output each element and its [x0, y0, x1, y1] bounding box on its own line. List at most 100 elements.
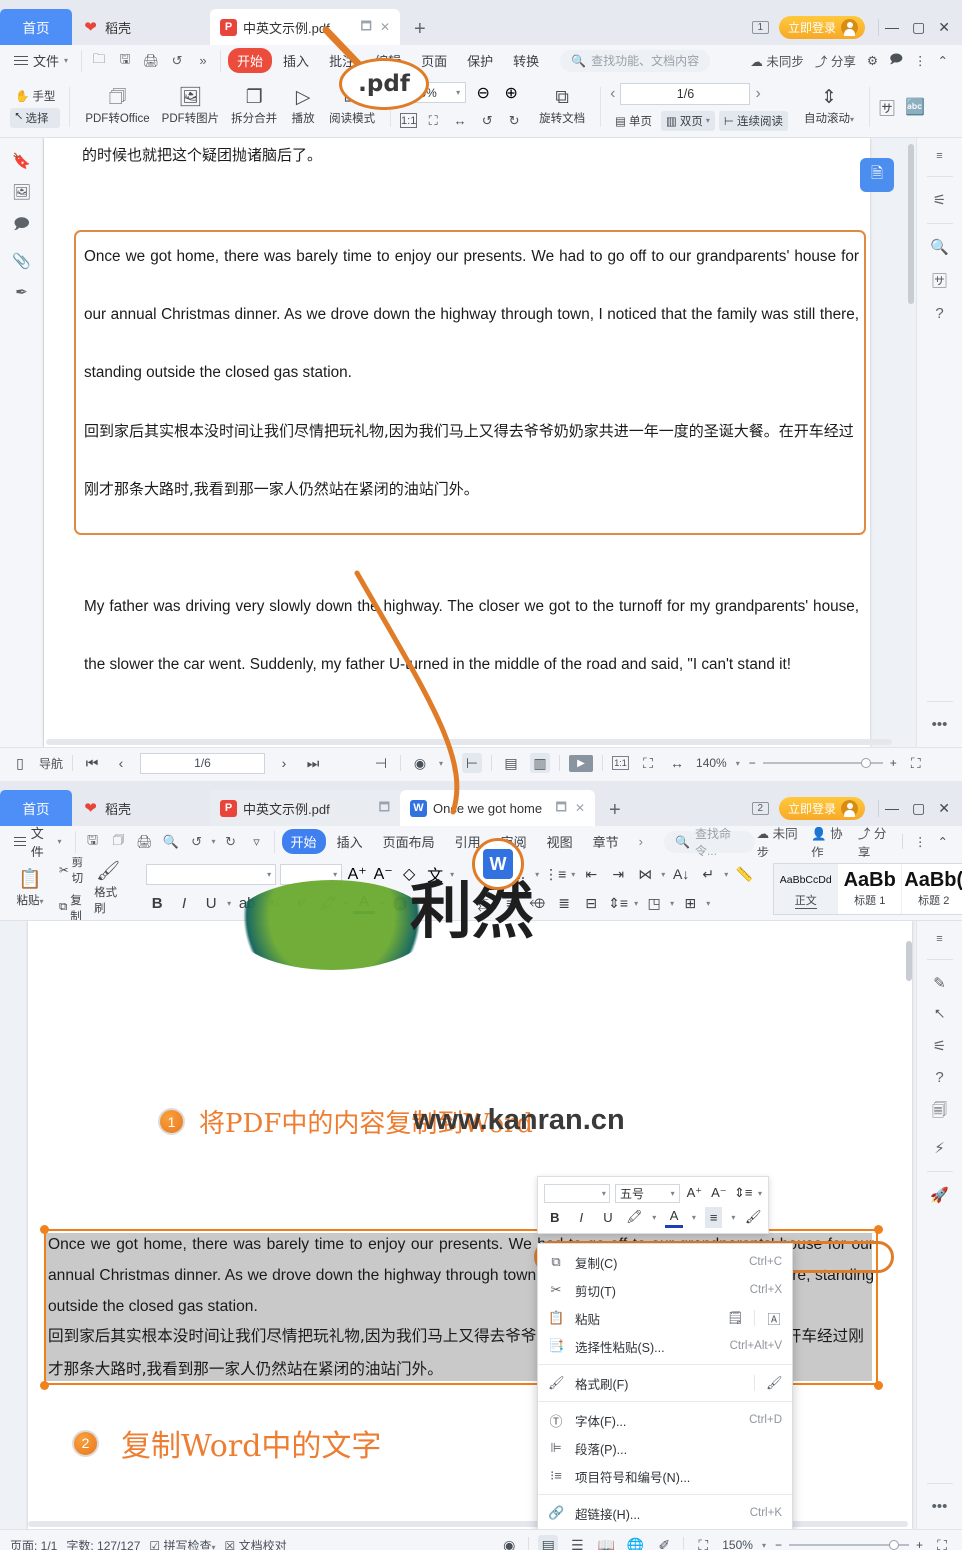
- zoom-in-button[interactable]: +: [890, 756, 897, 770]
- ribbon-tab-page[interactable]: 页面: [412, 48, 456, 73]
- font-color-button[interactable]: A: [353, 892, 376, 914]
- underline-button[interactable]: U: [599, 1207, 617, 1228]
- show-marks-icon[interactable]: ↵: [697, 863, 719, 885]
- share-button[interactable]: ⤴ 分享: [815, 51, 856, 70]
- ctx-format-painter[interactable]: 🖌 格式刷(F) 🖌: [538, 1369, 792, 1397]
- eye-protection-icon[interactable]: ◉: [499, 1535, 519, 1550]
- collapse-ribbon-icon[interactable]: ⌃: [938, 834, 948, 849]
- word-viewport[interactable]: 1 将PDF中的内容复制到Word www.kanran.cn Once we …: [0, 921, 962, 1529]
- zoom-slider[interactable]: [762, 758, 883, 768]
- grow-font-icon[interactable]: A⁺: [346, 863, 368, 885]
- ocr-icon[interactable]: 🗐: [932, 1100, 947, 1125]
- zoom-out-icon[interactable]: ⊖: [472, 82, 494, 104]
- sidebar-toggle-icon[interactable]: ⊣: [371, 753, 391, 773]
- settings-gear-icon[interactable]: ⚙: [867, 53, 878, 68]
- page-view-icon[interactable]: ▤: [538, 1535, 559, 1550]
- ctx-insert-comment[interactable]: 🗩 插入批注(M): [538, 1527, 792, 1529]
- window-count-badge[interactable]: 2: [752, 802, 770, 815]
- rotate-cw-icon[interactable]: ↻: [503, 110, 525, 132]
- italic-button[interactable]: I: [573, 1207, 591, 1228]
- shrink-font-icon[interactable]: A⁻: [372, 863, 394, 885]
- search-input[interactable]: 🔍 查找功能、文档内容: [560, 49, 711, 72]
- align-left-icon[interactable]: ⬱: [472, 892, 494, 914]
- undo-icon[interactable]: ↺: [166, 50, 188, 72]
- translate-icon[interactable]: 🈂: [879, 95, 895, 119]
- continuous-read-button[interactable]: ⊢ 连续阅读: [718, 110, 788, 131]
- tab-split-icon[interactable]: 🗖: [361, 17, 372, 38]
- smart-layout-icon[interactable]: ⋈: [634, 863, 656, 885]
- new-tab-button[interactable]: +: [609, 799, 621, 822]
- help-icon[interactable]: ?: [935, 305, 943, 322]
- selection-handle-br[interactable]: [874, 1381, 883, 1390]
- mini-format-toolbar[interactable]: ▾ 五号 ▾ A⁺ A⁻ ⇕≡ ▾ B I U 🖍 ▾ A ▾ ≡ ▾ 🖌: [537, 1176, 769, 1234]
- panel-handle-icon[interactable]: ≡: [936, 933, 942, 945]
- double-page-mode-icon[interactable]: ▥: [530, 753, 551, 773]
- context-menu[interactable]: ⧉ 复制(C) Ctrl+C ✂ 剪切(T) Ctrl+X 📋 粘贴 🗒 🄰 📑…: [537, 1243, 793, 1529]
- decrease-indent-icon[interactable]: ⇤: [580, 863, 602, 885]
- share-button[interactable]: ⤴ 分享: [858, 823, 891, 861]
- zoom-slider[interactable]: [788, 1540, 909, 1550]
- help-icon[interactable]: ?: [935, 1069, 943, 1086]
- collapse-ribbon-icon[interactable]: ⌃: [938, 53, 948, 68]
- status-page-input[interactable]: 1/6: [140, 752, 266, 774]
- fit-width-icon[interactable]: ↔: [449, 110, 471, 132]
- close-icon[interactable]: ✕: [380, 20, 390, 34]
- save-as-icon[interactable]: 🗇: [108, 831, 130, 853]
- pdf-to-office-button[interactable]: 🗇 PDF转Office: [79, 86, 155, 128]
- zoom-out-button[interactable]: −: [775, 1538, 782, 1550]
- collab-button[interactable]: 👤 协作: [811, 823, 847, 861]
- read-mode-button[interactable]: ▭ 阅读模式: [323, 86, 381, 128]
- mini-font-name-input[interactable]: ▾: [544, 1183, 610, 1203]
- minimize-button[interactable]: —: [885, 19, 899, 36]
- rotate-document-button[interactable]: ⧉ 旋转文档: [533, 86, 591, 128]
- selection-handle-bl[interactable]: [40, 1381, 49, 1390]
- increase-indent-icon[interactable]: ⇥: [607, 863, 629, 885]
- ribbon-tab-annotate[interactable]: 批注: [320, 48, 364, 73]
- ribbon-tab-insert[interactable]: 插入: [328, 829, 372, 854]
- find-replace-icon[interactable]: 🔍: [930, 238, 949, 256]
- open-folder-icon[interactable]: 🗀: [88, 50, 110, 72]
- close-icon[interactable]: ✕: [575, 801, 585, 815]
- shading-icon[interactable]: ◳: [643, 892, 665, 914]
- spellcheck-button[interactable]: ☑ 拼写检查▾: [149, 1537, 215, 1550]
- ribbon-tab-pagelayout[interactable]: 页面布局: [374, 829, 444, 854]
- close-window-button[interactable]: ✕: [938, 800, 950, 817]
- ai-spark-icon[interactable]: ⚡: [934, 1139, 945, 1157]
- status-zoom-value[interactable]: 150%: [722, 1538, 753, 1550]
- pdf-horizontal-scrollbar[interactable]: [46, 739, 892, 745]
- comment-icon[interactable]: 🗩: [13, 214, 30, 239]
- italic-button[interactable]: I: [173, 892, 195, 914]
- pdf-viewport[interactable]: 🔖 🖼 🗩 📎 ✒ ≡ ⚟ 🔍 🈂 ? ••• 的时候也就把这个疑团抛诸脑后了。…: [0, 138, 962, 747]
- ribbon-tab-review[interactable]: 审阅: [492, 829, 536, 854]
- tab-split-icon[interactable]: 🗖: [556, 798, 567, 819]
- continuous-mode-icon[interactable]: ⊢: [462, 753, 483, 773]
- ribbon-tab-view[interactable]: 视图: [538, 829, 582, 854]
- sort-icon[interactable]: A↓: [670, 863, 692, 885]
- fullscreen-icon[interactable]: ⛶: [906, 753, 926, 773]
- font-size-input[interactable]: ▾: [280, 863, 343, 885]
- single-page-button[interactable]: ▤ 单页: [610, 111, 657, 131]
- sync-status[interactable]: ☁ 未同步: [750, 51, 804, 70]
- auto-scroll-button[interactable]: ⇕ 自动滚动▾: [798, 86, 860, 128]
- distribute-icon[interactable]: ⊟: [580, 892, 602, 914]
- sync-status[interactable]: ☁ 未同步: [757, 823, 800, 861]
- ribbon-tab-start[interactable]: 开始: [228, 48, 273, 73]
- ribbon-tab-protect[interactable]: 保护: [458, 48, 502, 73]
- reading-view-icon[interactable]: 📖: [596, 1535, 616, 1550]
- selection-handle-tr[interactable]: [874, 1225, 883, 1234]
- more-vert-icon[interactable]: ⋮: [914, 834, 927, 849]
- print-icon[interactable]: 🖨: [134, 831, 156, 853]
- ribbon-tab-reference[interactable]: 引用: [446, 829, 490, 854]
- close-window-button[interactable]: ✕: [938, 19, 950, 36]
- zoom-select[interactable]: 140% ▾: [400, 82, 467, 103]
- text-effects-button[interactable]: 🅐: [389, 892, 411, 914]
- highlighter-icon[interactable]: 🖍: [626, 1207, 644, 1228]
- rotate-ccw-icon[interactable]: ↺: [476, 110, 498, 132]
- first-page-icon[interactable]: ⏮: [82, 753, 102, 773]
- ocr-icon[interactable]: 🔤: [905, 97, 925, 117]
- login-button[interactable]: 立即登录: [779, 797, 866, 820]
- more-vert-icon[interactable]: ⋮: [914, 53, 927, 68]
- web-view-icon[interactable]: 🌐: [625, 1535, 645, 1550]
- ribbon-tabs-more[interactable]: ›: [630, 831, 652, 852]
- word-vertical-scrollbar[interactable]: [906, 941, 912, 981]
